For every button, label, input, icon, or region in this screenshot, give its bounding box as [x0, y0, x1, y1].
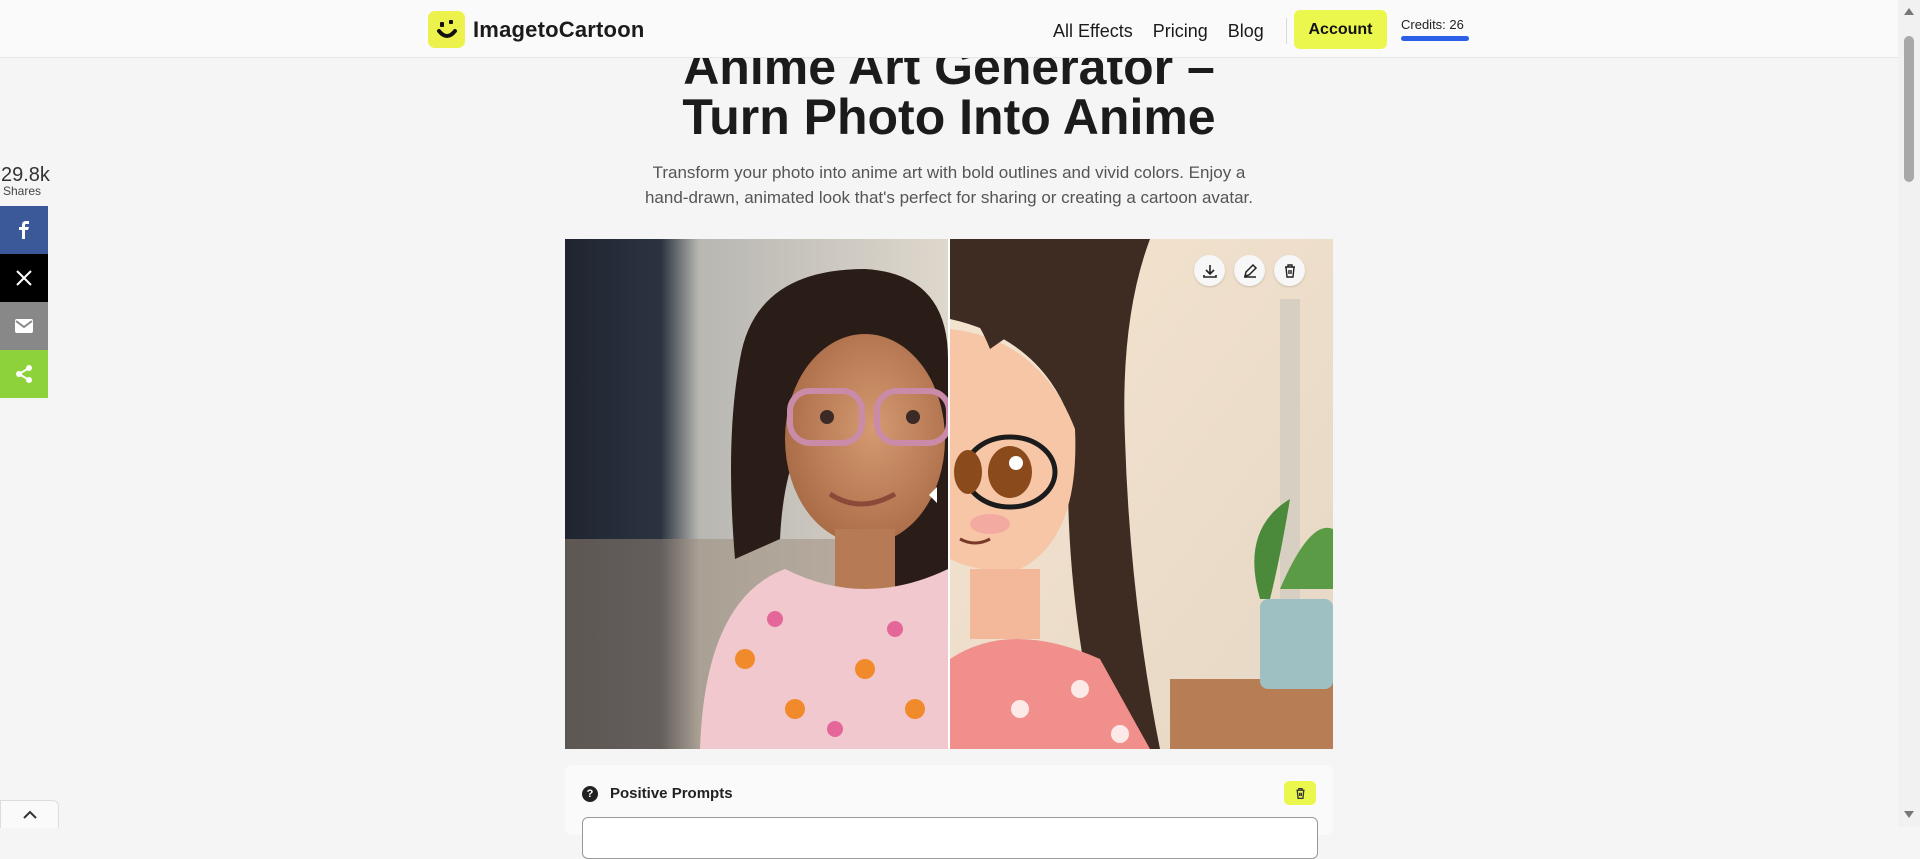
credits-indicator[interactable]: Credits: 26 [1401, 17, 1471, 41]
scroll-down-arrow-icon[interactable] [1903, 810, 1915, 820]
nav-all-effects[interactable]: All Effects [1053, 21, 1133, 42]
email-icon [15, 319, 33, 333]
share-bar: 29.8k Shares [0, 164, 50, 398]
page-subtitle: Transform your photo into anime art with… [0, 160, 1898, 210]
positive-prompts-panel: ? Positive Prompts [565, 765, 1333, 859]
subtitle-line1: Transform your photo into anime art with… [652, 163, 1246, 182]
scroll-up-arrow-icon[interactable] [1903, 6, 1915, 16]
nav-blog[interactable]: Blog [1228, 21, 1264, 42]
edit-icon [1243, 263, 1257, 278]
download-button[interactable] [1194, 255, 1225, 286]
more-share-button[interactable] [0, 350, 48, 398]
edit-button[interactable] [1234, 255, 1265, 286]
chevron-up-icon [22, 810, 37, 819]
download-icon [1202, 264, 1217, 278]
delete-icon [1284, 263, 1295, 278]
slider-left-arrow-icon[interactable] [925, 485, 941, 505]
logo-text: ImagetoCartoon [473, 16, 645, 42]
scroll-thumb[interactable] [1904, 36, 1914, 182]
trash-icon [1295, 787, 1305, 799]
page-scrollbar[interactable] [1898, 0, 1920, 827]
page-title-line2: Turn Photo Into Anime [682, 89, 1216, 145]
original-photo [565, 239, 948, 749]
scroll-to-top-button[interactable] [0, 800, 59, 828]
compare-slider-line[interactable] [948, 239, 950, 749]
credits-text: Credits: 26 [1401, 17, 1464, 32]
site-header: ImagetoCartoon All Effects Pricing Blog … [0, 0, 1898, 58]
x-share-button[interactable] [0, 254, 48, 302]
nav-divider [1285, 18, 1287, 44]
share-label: Shares [3, 184, 42, 198]
nav-pricing[interactable]: Pricing [1153, 21, 1208, 42]
positive-prompts-header: ? Positive Prompts [582, 785, 733, 802]
help-icon[interactable]: ? [582, 785, 598, 802]
result-actions [1185, 255, 1305, 286]
logo[interactable]: ImagetoCartoon [428, 11, 644, 48]
share-count: 29.8k [1, 164, 50, 186]
clear-prompts-button[interactable] [1284, 781, 1316, 805]
positive-prompts-title: Positive Prompts [610, 785, 733, 802]
anime-result-image [950, 239, 1333, 749]
account-button[interactable]: Account [1294, 10, 1387, 49]
email-share-button[interactable] [0, 302, 48, 350]
x-icon [16, 270, 32, 286]
delete-button[interactable] [1274, 255, 1305, 286]
credits-bar [1401, 36, 1469, 41]
facebook-icon [19, 221, 29, 239]
facebook-share-button[interactable] [0, 206, 48, 254]
share-icon [16, 365, 32, 383]
main-nav: All Effects Pricing Blog [1053, 18, 1298, 44]
subtitle-line2: hand-drawn, animated look that's perfect… [644, 188, 1254, 207]
smiley-face-icon [428, 11, 465, 48]
before-after-comparison[interactable] [565, 239, 1333, 749]
positive-prompt-input[interactable] [582, 817, 1318, 859]
